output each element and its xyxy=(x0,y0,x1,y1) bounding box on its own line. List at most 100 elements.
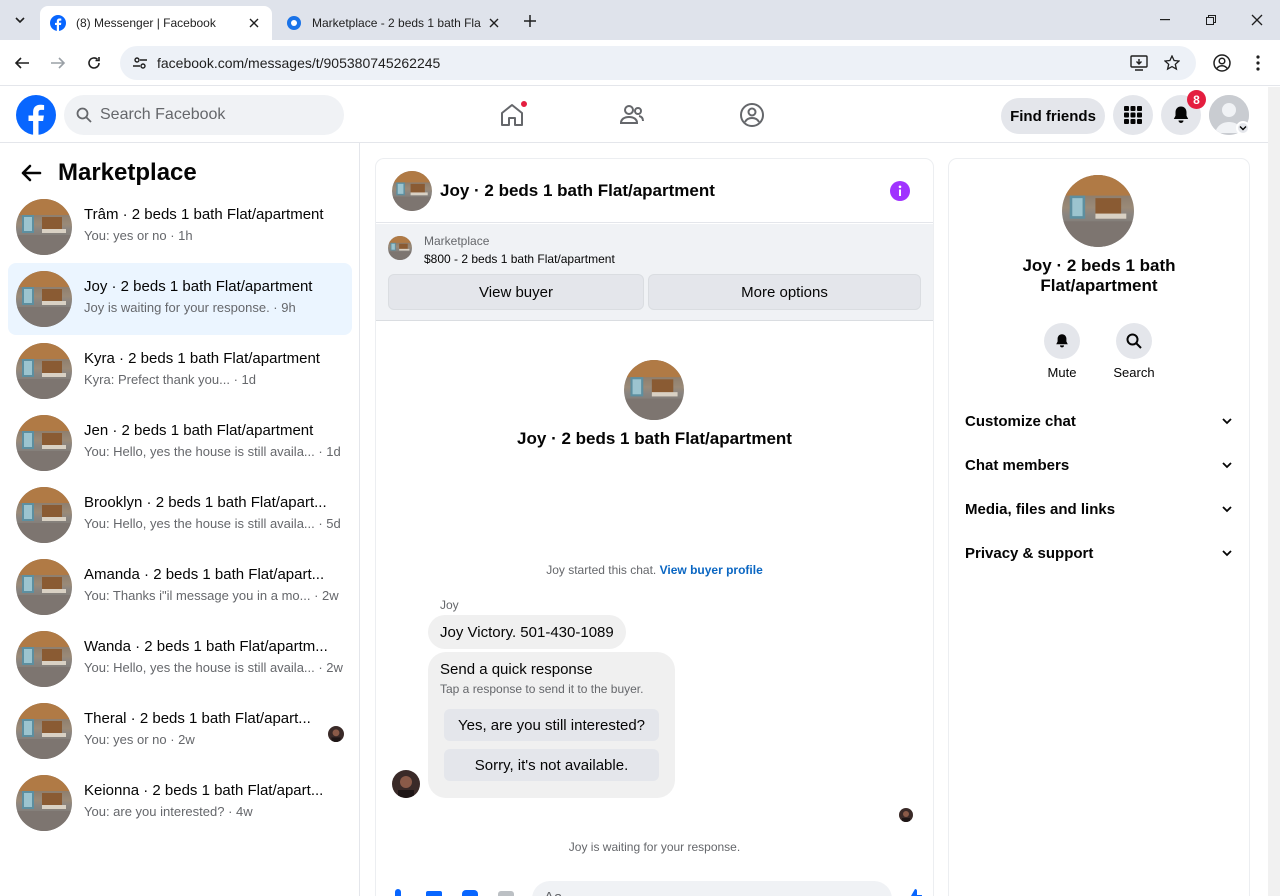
conversation-preview: You: Hello, yes the house is still avail… xyxy=(84,444,341,459)
conversation-name: Keionna · 2 beds 1 bath Flat/apart... xyxy=(84,782,324,799)
conversation-item[interactable]: Keionna · 2 beds 1 bath Flat/apart... Yo… xyxy=(8,767,352,839)
bookmark-star-icon[interactable] xyxy=(1162,53,1182,73)
close-tab-icon[interactable] xyxy=(486,15,502,31)
conversation-item[interactable]: Amanda · 2 beds 1 bath Flat/apart... You… xyxy=(8,551,352,623)
profile-account-icon[interactable] xyxy=(1210,51,1234,75)
sidebar-title: Marketplace xyxy=(58,159,197,186)
chat-header: Joy · 2 beds 1 bath Flat/apartment xyxy=(376,159,933,223)
friends-nav-icon[interactable] xyxy=(614,97,650,133)
restore-icon[interactable] xyxy=(1199,8,1223,32)
search-placeholder: Search Facebook xyxy=(100,106,226,123)
bell-icon xyxy=(1044,323,1080,359)
close-tab-icon[interactable] xyxy=(246,15,262,31)
conversation-item[interactable]: Kyra · 2 beds 1 bath Flat/apartment Kyra… xyxy=(8,335,352,407)
close-window-icon[interactable] xyxy=(1245,8,1269,32)
section-label: Chat members xyxy=(965,456,1070,474)
attach-photo-icon[interactable] xyxy=(424,887,444,896)
view-buyer-button[interactable]: View buyer xyxy=(388,274,644,310)
chat-started-notice: Joy started this chat. View buyer profil… xyxy=(376,563,933,577)
info-icon[interactable] xyxy=(890,181,910,201)
back-arrow-icon[interactable] xyxy=(10,51,34,75)
message-composer: Aa xyxy=(376,875,933,896)
page-scrollbar[interactable] xyxy=(1268,87,1280,896)
listing-thumbnail xyxy=(16,415,72,471)
home-nav-icon[interactable] xyxy=(494,97,530,133)
listing-thumbnail xyxy=(16,343,72,399)
facebook-search-input[interactable]: Search Facebook xyxy=(64,95,344,135)
quick-response-interested-button[interactable]: Yes, are you still interested? xyxy=(444,709,659,741)
conversation-item[interactable]: Brooklyn · 2 beds 1 bath Flat/apart... Y… xyxy=(8,479,352,551)
browser-menu-icon[interactable] xyxy=(1246,51,1270,75)
quick-response-not-available-button[interactable]: Sorry, it's not available. xyxy=(444,749,659,781)
browser-tab-messenger[interactable]: (8) Messenger | Facebook xyxy=(40,6,272,40)
details-thumbnail[interactable] xyxy=(1062,175,1134,247)
conversation-item[interactable]: Wanda · 2 beds 1 bath Flat/apartm... You… xyxy=(8,623,352,695)
conversation-item[interactable]: Theral · 2 beds 1 bath Flat/apart... You… xyxy=(8,695,352,767)
conversation-item[interactable]: Jen · 2 beds 1 bath Flat/apartment You: … xyxy=(8,407,352,479)
minimize-icon[interactable] xyxy=(1153,8,1177,32)
find-friends-button[interactable]: Find friends xyxy=(1001,98,1105,134)
conversation-name: Jen · 2 beds 1 bath Flat/apartment xyxy=(84,422,314,439)
listing-thumbnail xyxy=(16,775,72,831)
conversation-item-selected[interactable]: Joy · 2 beds 1 bath Flat/apartment Joy i… xyxy=(8,263,352,335)
section-label: Customize chat xyxy=(965,412,1076,430)
conversation-preview: You: Thanks i"il message you in a mo... … xyxy=(84,588,339,603)
facebook-logo-icon[interactable] xyxy=(16,95,56,135)
quick-response-card: Send a quick response Tap a response to … xyxy=(428,652,675,798)
conversation-name: Kyra · 2 beds 1 bath Flat/apartment xyxy=(84,350,320,367)
sticker-icon[interactable] xyxy=(460,887,480,896)
privacy-support-section[interactable]: Privacy & support xyxy=(957,531,1241,575)
section-label: Privacy & support xyxy=(965,544,1094,562)
section-label: Media, files and links xyxy=(965,500,1116,518)
sender-avatar[interactable] xyxy=(392,770,420,798)
quick-response-subtitle: Tap a response to send it to the buyer. xyxy=(440,682,644,696)
message-input[interactable]: Aa xyxy=(532,881,892,896)
site-settings-icon[interactable] xyxy=(130,53,150,73)
facebook-favicon-icon xyxy=(50,15,66,31)
groups-nav-icon[interactable] xyxy=(734,97,770,133)
conversation-preview: You: Hello, yes the house is still avail… xyxy=(84,516,341,531)
listing-thumbnail xyxy=(388,236,412,260)
listing-thumbnail xyxy=(16,559,72,615)
new-tab-icon[interactable] xyxy=(518,10,542,32)
account-caret-icon[interactable] xyxy=(1236,121,1250,135)
customize-chat-section[interactable]: Customize chat xyxy=(957,399,1241,443)
chat-thumbnail[interactable] xyxy=(392,171,432,211)
chat-members-section[interactable]: Chat members xyxy=(957,443,1241,487)
details-title: Joy · 2 beds 1 bath Flat/apartment xyxy=(1022,256,1176,295)
notification-count-badge: 8 xyxy=(1187,90,1206,109)
chevron-down-icon xyxy=(1221,459,1233,471)
forward-arrow-icon[interactable] xyxy=(46,51,70,75)
search-icon xyxy=(76,107,92,123)
listing-thumbnail xyxy=(16,199,72,255)
install-app-icon[interactable] xyxy=(1129,53,1149,73)
view-buyer-profile-link[interactable]: View buyer profile xyxy=(660,563,763,577)
sidebar-header: Marketplace xyxy=(20,159,197,187)
voice-clip-icon[interactable] xyxy=(388,887,408,896)
browser-tab-marketplace[interactable]: Marketplace - 2 beds 1 bath Fla xyxy=(276,6,512,40)
address-bar[interactable]: facebook.com/messages/t/905380745262245 xyxy=(120,46,1196,80)
incoming-message[interactable]: Joy Victory. 501-430-1089 xyxy=(428,615,626,649)
mute-button[interactable]: Mute xyxy=(1032,323,1092,380)
search-chat-button[interactable]: Search xyxy=(1104,323,1164,380)
chat-title[interactable]: Joy · 2 beds 1 bath Flat/apartment xyxy=(440,181,715,201)
conversation-item[interactable]: Trâm · 2 beds 1 bath Flat/apartment You:… xyxy=(8,191,352,263)
back-arrow-icon[interactable] xyxy=(20,164,42,182)
conversation-preview: Joy is waiting for your response. · 9h xyxy=(84,300,296,315)
search-icon xyxy=(1116,323,1152,359)
like-thumb-icon[interactable] xyxy=(904,887,924,896)
chat-started-text: Joy started this chat. xyxy=(546,563,657,577)
marketplace-listing-bar: Marketplace $800 - 2 beds 1 bath Flat/ap… xyxy=(376,224,933,321)
more-options-button[interactable]: More options xyxy=(648,274,921,310)
conversation-name: Brooklyn · 2 beds 1 bath Flat/apart... xyxy=(84,494,327,511)
conversation-preview: Kyra: Prefect thank you... · 1d xyxy=(84,372,256,387)
listing-price-title[interactable]: $800 - 2 beds 1 bath Flat/apartment xyxy=(424,252,615,266)
menu-grid-icon[interactable] xyxy=(1113,95,1153,135)
media-files-links-section[interactable]: Media, files and links xyxy=(957,487,1241,531)
marketplace-chat-list: Marketplace Trâm · 2 beds 1 bath Flat/ap… xyxy=(0,143,360,896)
gif-icon[interactable] xyxy=(496,887,516,896)
chevron-down-icon xyxy=(1221,503,1233,515)
waiting-notice: Joy is waiting for your response. xyxy=(568,840,741,854)
reload-icon[interactable] xyxy=(82,51,106,75)
tab-search-chevron-icon[interactable] xyxy=(8,8,32,32)
